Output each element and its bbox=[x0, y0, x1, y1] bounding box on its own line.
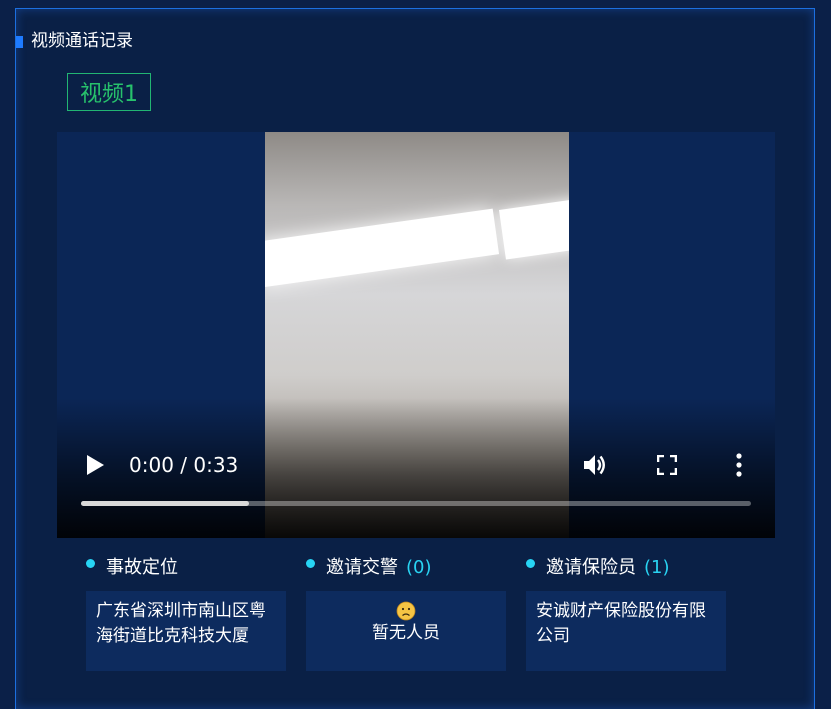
progress-bar[interactable] bbox=[81, 501, 751, 506]
tab-video-1[interactable]: 视频1 bbox=[67, 73, 151, 111]
video-call-record-panel: 视频通话记录 视频1 0:00 / 0:33 事故定位 广东省深圳市南山区粤海街… bbox=[15, 8, 815, 709]
ceiling-light bbox=[499, 197, 569, 260]
bullet-dot bbox=[526, 559, 535, 568]
invite-police-label[interactable]: 邀请交警 (0) bbox=[326, 555, 432, 581]
insurer-value: 安诚财产保险股份有限公司 bbox=[526, 591, 726, 671]
time-display: 0:00 / 0:33 bbox=[129, 453, 239, 477]
sad-face-icon bbox=[396, 601, 416, 621]
bullet-dot bbox=[86, 559, 95, 568]
insurer-count: (1) bbox=[644, 557, 670, 578]
police-count: (0) bbox=[406, 557, 432, 578]
volume-icon[interactable] bbox=[582, 452, 608, 478]
more-vertical-icon[interactable] bbox=[729, 452, 749, 478]
police-empty-box: 暂无人员 bbox=[306, 591, 506, 671]
location-value: 广东省深圳市南山区粤海街道比克科技大厦 bbox=[86, 591, 286, 671]
panel-title: 视频通话记录 bbox=[31, 31, 133, 51]
invite-insurer-label[interactable]: 邀请保险员 (1) bbox=[546, 555, 670, 581]
fullscreen-icon[interactable] bbox=[657, 455, 677, 475]
video-player[interactable]: 0:00 / 0:33 bbox=[57, 132, 775, 538]
empty-text: 暂无人员 bbox=[372, 623, 440, 643]
progress-fill bbox=[81, 501, 249, 506]
title-marker bbox=[16, 36, 23, 48]
play-icon[interactable] bbox=[85, 454, 105, 476]
bullet-dot bbox=[306, 559, 315, 568]
location-label: 事故定位 bbox=[106, 557, 178, 578]
ceiling-light bbox=[265, 208, 500, 288]
